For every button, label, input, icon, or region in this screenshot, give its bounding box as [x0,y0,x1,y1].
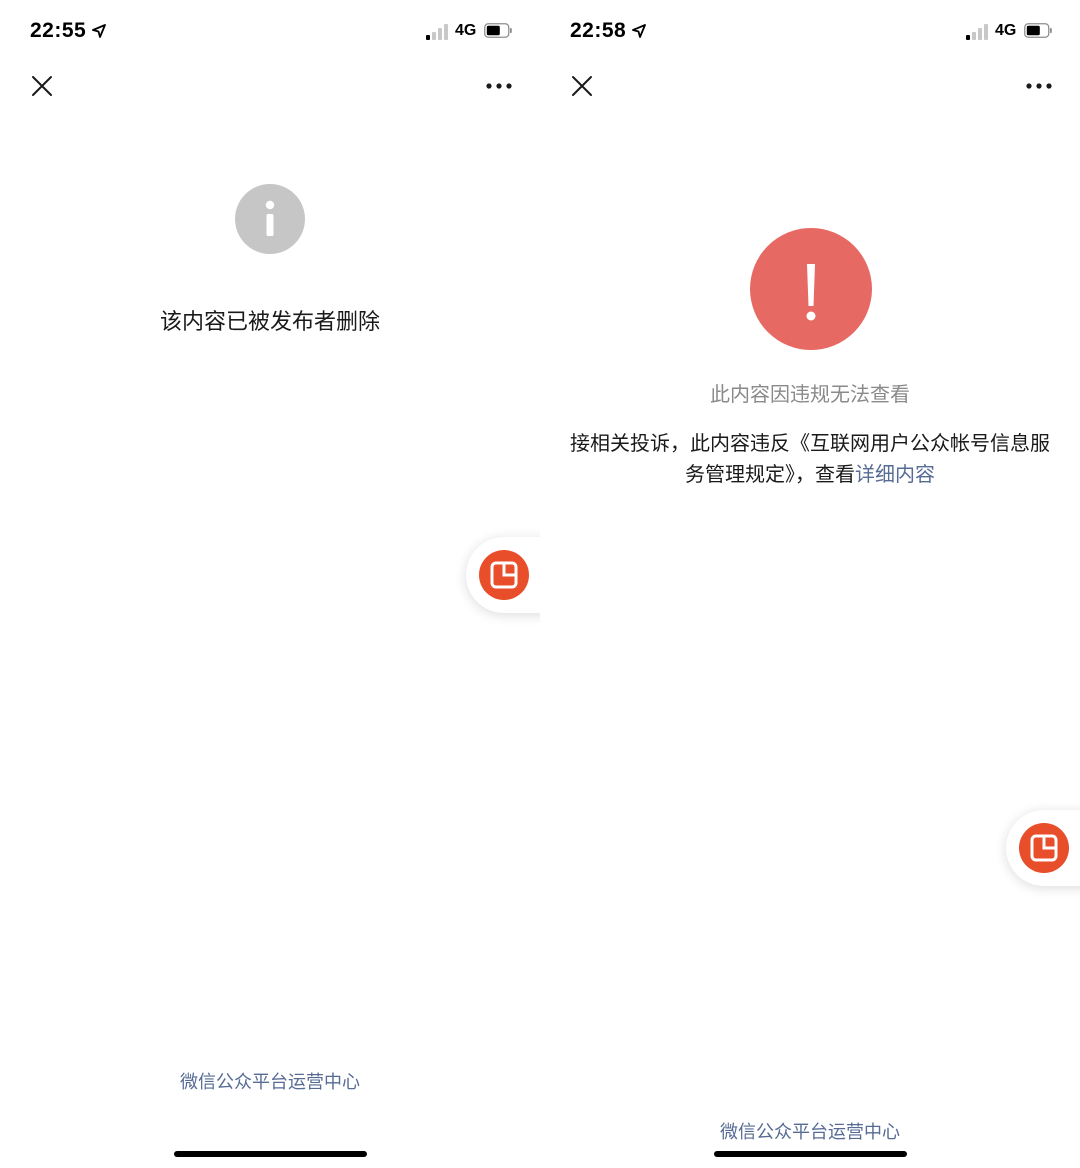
close-icon[interactable] [28,72,56,100]
network-type: 4G [455,22,477,39]
operations-center-link[interactable]: 微信公众平台运营中心 [540,1118,1080,1144]
signal-icon [966,24,990,40]
right-screen: 22:58 4G 此内容因违规无法查看 接相关投诉，此内容违反《互联网用户公众帐… [540,0,1080,1168]
floating-window-widget[interactable] [466,537,540,613]
violation-description: 接相关投诉，此内容违反《互联网用户公众帐号信息服务管理规定》，查看详细内容 [566,428,1054,490]
status-time: 22:58 [570,19,627,42]
location-arrow-icon [632,24,646,38]
network-type: 4G [995,22,1017,39]
left-screen: 22:55 4G 该内容已被发布者删除 微信公众平台运营中心 [0,0,540,1168]
signal-icon [426,24,450,40]
exclamation-icon [750,228,872,350]
more-icon[interactable] [1024,76,1054,96]
screenshot-comparison: 22:55 4G 该内容已被发布者删除 微信公众平台运营中心 22:58 4G … [0,0,1080,1168]
home-indicator[interactable] [174,1151,367,1157]
battery-icon [1024,23,1052,38]
battery-icon [484,23,512,38]
status-time: 22:55 [30,19,87,42]
floating-window-icon[interactable] [479,550,529,600]
location-arrow-icon [92,24,106,38]
close-icon[interactable] [568,72,596,100]
deleted-message: 该内容已被发布者删除 [159,310,380,335]
violation-body-text: 接相关投诉，此内容违反《互联网用户公众帐号信息服务管理规定》，查看 [570,431,1050,486]
violation-title: 此内容因违规无法查看 [710,382,910,406]
home-indicator[interactable] [714,1151,907,1157]
more-icon[interactable] [484,76,514,96]
detail-link[interactable]: 详细内容 [855,462,935,486]
info-icon [235,184,305,254]
floating-window-icon[interactable] [1019,823,1069,873]
floating-window-widget[interactable] [1006,810,1080,886]
operations-center-link[interactable]: 微信公众平台运营中心 [0,1068,540,1094]
